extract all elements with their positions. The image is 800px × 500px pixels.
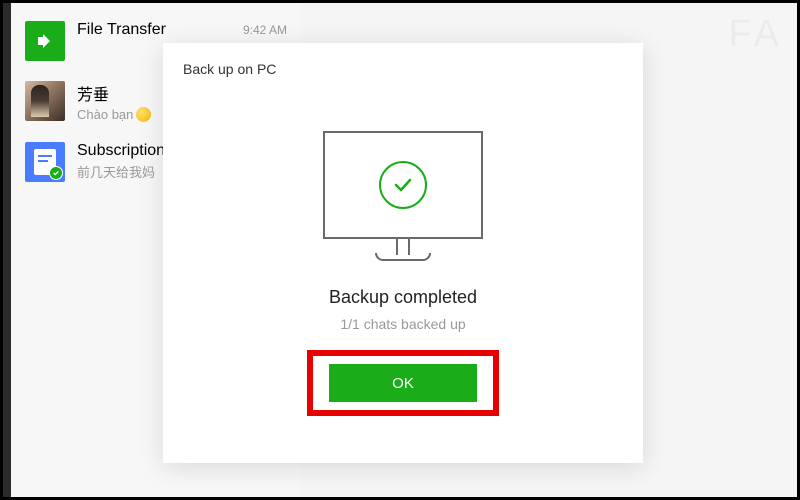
- backup-dialog: Back up on PC Backup completed 1/1 chats…: [163, 43, 643, 463]
- chat-name: 芳垂: [77, 81, 109, 105]
- left-rail: [3, 3, 11, 497]
- checkmark-icon: [379, 161, 427, 209]
- dialog-subtext: 1/1 chats backed up: [340, 316, 465, 332]
- chat-time: 9:42 AM: [243, 23, 287, 37]
- dialog-heading: Backup completed: [329, 287, 477, 308]
- avatar: [25, 81, 65, 121]
- dialog-title: Back up on PC: [163, 43, 643, 77]
- chat-name: File Transfer: [77, 21, 166, 39]
- annotation-highlight: OK: [307, 350, 499, 416]
- emoji-icon: [136, 107, 151, 122]
- chat-name: Subscriptions: [77, 142, 173, 160]
- subscriptions-icon: [25, 142, 65, 182]
- monitor-icon: [323, 131, 483, 239]
- ok-button[interactable]: OK: [329, 364, 477, 402]
- file-transfer-icon: [25, 21, 65, 61]
